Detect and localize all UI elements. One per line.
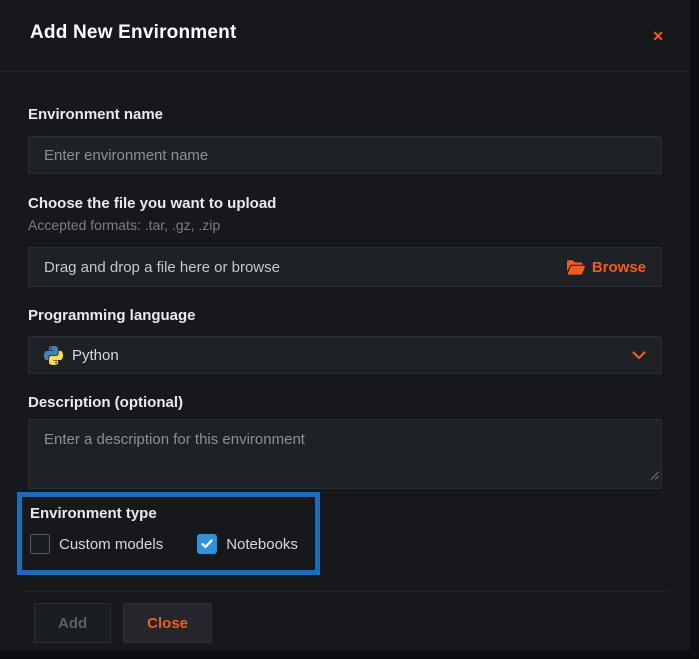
chevron-down-icon: [632, 351, 646, 360]
custom-models-checkbox-box[interactable]: [30, 534, 50, 554]
environment-type-options: Custom models Notebooks: [30, 534, 307, 554]
resize-handle-icon[interactable]: [650, 467, 659, 485]
modal-footer: Add Close: [0, 592, 690, 643]
add-environment-modal: Add New Environment ✕ Environment name C…: [0, 0, 690, 650]
browse-button[interactable]: Browse: [567, 259, 646, 276]
notebooks-checkbox-box[interactable]: [197, 534, 217, 554]
environment-name-input[interactable]: [28, 136, 662, 174]
modal-title: Add New Environment: [30, 22, 236, 44]
close-button[interactable]: Close: [123, 603, 212, 643]
environment-name-label: Environment name: [28, 107, 662, 123]
page-background: Add New Environment ✕ Environment name C…: [0, 0, 699, 659]
python-icon: [44, 346, 63, 365]
folder-open-icon: [567, 260, 585, 275]
environment-type-highlight-box: Environment type Custom models: [17, 492, 320, 575]
description-textarea[interactable]: [28, 419, 662, 489]
description-field: [28, 419, 662, 489]
environment-type-label: Environment type: [30, 506, 307, 522]
notebooks-checkbox[interactable]: Notebooks: [197, 534, 298, 554]
upload-label: Choose the file you want to upload: [28, 196, 662, 212]
modal-body: Environment name Choose the file you wan…: [0, 107, 690, 575]
custom-models-checkbox[interactable]: Custom models: [30, 534, 163, 554]
file-dropzone[interactable]: Drag and drop a file here or browse Brow…: [28, 247, 662, 287]
add-button[interactable]: Add: [34, 603, 111, 643]
language-selected-value: Python: [72, 347, 632, 364]
language-label: Programming language: [28, 308, 662, 324]
language-select[interactable]: Python: [28, 336, 662, 374]
custom-models-label: Custom models: [59, 536, 163, 553]
description-label: Description (optional): [28, 395, 662, 411]
accepted-formats-hint: Accepted formats: .tar, .gz, .zip: [28, 217, 662, 233]
dropzone-text: Drag and drop a file here or browse: [44, 259, 280, 276]
notebooks-label: Notebooks: [226, 536, 298, 553]
browse-label: Browse: [592, 259, 646, 276]
close-icon[interactable]: ✕: [650, 27, 666, 45]
modal-header: Add New Environment ✕: [0, 0, 690, 72]
checkmark-icon: [201, 539, 213, 549]
